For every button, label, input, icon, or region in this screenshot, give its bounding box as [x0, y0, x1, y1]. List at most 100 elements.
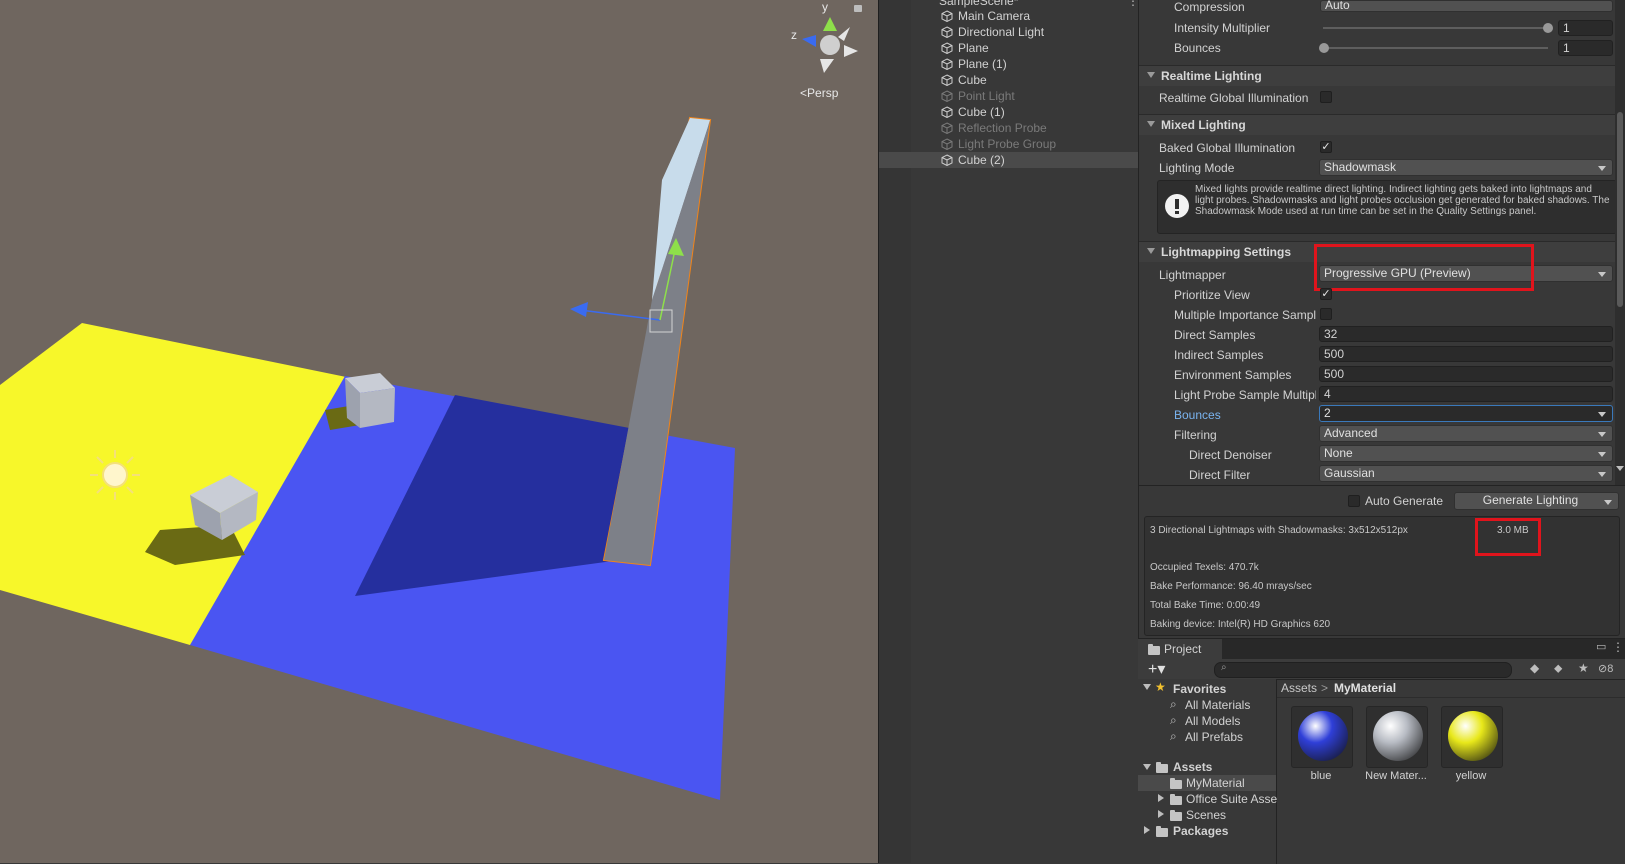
expand-icon[interactable]	[1158, 810, 1164, 818]
lp-multiplier-field[interactable]: 4	[1319, 386, 1613, 402]
tree-favorites[interactable]: ★ Favorites	[1138, 680, 1276, 697]
gameobject-icon	[941, 138, 953, 150]
auto-generate-checkbox[interactable]	[1348, 495, 1360, 507]
prioritize-label: Prioritize View	[1174, 288, 1250, 302]
mis-checkbox[interactable]	[1320, 308, 1332, 320]
hierarchy-item[interactable]: Directional Light	[879, 24, 1139, 40]
hierarchy-item[interactable]: Plane (1)	[879, 56, 1139, 72]
direct-denoiser-label: Direct Denoiser	[1189, 448, 1272, 462]
search-input[interactable]: ⌕	[1214, 662, 1512, 678]
mymaterial-label: MyMaterial	[1186, 776, 1245, 790]
hierarchy-item-label: Cube (2)	[958, 153, 1005, 167]
tree-all-materials[interactable]: ⌕ All Materials	[1138, 697, 1276, 713]
persp-label: Persp	[807, 86, 839, 100]
indirect-samples-field[interactable]: 500	[1319, 346, 1613, 362]
realtime-gi-checkbox[interactable]	[1320, 91, 1332, 103]
bounces-value: 2	[1324, 406, 1331, 420]
generate-lighting-button[interactable]: Generate Lighting	[1454, 492, 1619, 510]
material-asset-tile[interactable]	[1441, 706, 1503, 768]
hierarchy-item[interactable]: Cube	[879, 72, 1139, 88]
lock-icon[interactable]: ▭	[1596, 640, 1606, 653]
menu-icon[interactable]: ⋮	[1612, 640, 1624, 654]
env-samples-field[interactable]: 500	[1319, 366, 1613, 382]
hierarchy-item[interactable]: Reflection Probe	[879, 120, 1139, 136]
hierarchy-item[interactable]: Main Camera	[879, 8, 1139, 24]
tree-packages[interactable]: Packages	[1138, 823, 1276, 839]
mixed-lighting-title: Mixed Lighting	[1161, 118, 1246, 132]
tree-all-models[interactable]: ⌕ All Models	[1138, 713, 1276, 729]
tree-office-suite[interactable]: Office Suite Asse	[1138, 791, 1277, 807]
expand-icon[interactable]	[1144, 826, 1150, 834]
hidden-packages-toggle[interactable]: ⊘8	[1598, 662, 1613, 675]
lighting-mode-dropdown[interactable]: Shadowmask	[1319, 159, 1613, 176]
tree-mymaterial[interactable]: MyMaterial	[1138, 775, 1276, 791]
prioritize-checkbox[interactable]: ✓	[1320, 288, 1332, 300]
direct-denoiser-dropdown[interactable]: None	[1319, 445, 1613, 462]
inspector-scroll-thumb[interactable]	[1617, 112, 1623, 307]
baked-gi-checkbox[interactable]: ✓	[1320, 141, 1332, 153]
hierarchy-item[interactable]: Point Light	[879, 88, 1139, 104]
gameobject-icon	[941, 42, 953, 54]
tab-project[interactable]: Project	[1138, 639, 1222, 659]
breadcrumb: Assets > MyMaterial	[1277, 679, 1625, 698]
chevron-down-icon[interactable]	[1604, 500, 1612, 505]
hierarchy-panel[interactable]: SampleScene* ⋮ Main Camera Directional Li…	[878, 0, 1139, 863]
intensity-slider-knob[interactable]	[1543, 23, 1553, 33]
breadcrumb-assets[interactable]: Assets	[1281, 681, 1317, 695]
scene-row[interactable]: SampleScene* ⋮	[919, 0, 1139, 8]
inspector-scrollbar[interactable]	[1615, 0, 1625, 485]
search-icon: ⌕	[1221, 662, 1227, 673]
star-icon[interactable]: ★	[1578, 661, 1589, 675]
project-tree[interactable]: ★ Favorites ⌕ All Materials ⌕ All Models…	[1138, 679, 1277, 864]
filter-type-icon[interactable]: ◆	[1530, 661, 1539, 675]
expand-icon[interactable]	[1143, 764, 1151, 770]
lp-multiplier-label: Light Probe Sample Multiplier	[1174, 388, 1316, 402]
label-icon[interactable]: ⬥	[1554, 661, 1562, 676]
expand-icon[interactable]	[1143, 684, 1151, 690]
direct-filter-dropdown[interactable]: Gaussian	[1319, 465, 1613, 482]
top-bounces-slider-track[interactable]	[1323, 47, 1548, 49]
scene-view[interactable]: y z <Persp	[0, 0, 878, 863]
top-bounces-field[interactable]: 1	[1558, 40, 1613, 56]
chevron-down-icon	[1598, 472, 1606, 477]
realtime-lighting-header[interactable]: Realtime Lighting	[1139, 65, 1619, 86]
direct-samples-label: Direct Samples	[1174, 328, 1256, 342]
intensity-slider-track[interactable]	[1323, 27, 1548, 29]
direct-samples-field[interactable]: 32	[1319, 326, 1613, 342]
persp-toggle[interactable]: <Persp	[800, 86, 838, 100]
filtering-dropdown[interactable]: Advanced	[1319, 425, 1613, 442]
tree-scenes[interactable]: Scenes	[1138, 807, 1276, 823]
breadcrumb-separator: >	[1321, 681, 1329, 695]
compression-dropdown[interactable]: Auto	[1320, 0, 1613, 12]
asset-grid[interactable]: blue New Mater... yellow	[1277, 698, 1625, 864]
breadcrumb-current[interactable]: MyMaterial	[1334, 681, 1396, 695]
project-panel[interactable]: Project ▭ ⋮ +▾ ⌕ ◆ ⬥ ★ ⊘8 ★ Favorites ⌕ …	[1138, 638, 1625, 864]
hierarchy-item[interactable]: Cube (2)	[879, 152, 1139, 168]
tree-all-prefabs[interactable]: ⌕ All Prefabs	[1138, 729, 1276, 745]
gizmo-x-arrow	[570, 302, 588, 317]
all-models-label: All Models	[1185, 714, 1241, 728]
all-prefabs-label: All Prefabs	[1185, 730, 1244, 744]
hierarchy-item-label: Main Camera	[958, 9, 1031, 23]
lighting-inspector[interactable]: Compression Auto Intensity Multiplier 1 …	[1138, 0, 1625, 638]
hidden-count: 8	[1607, 663, 1614, 675]
highlight-lightmapper	[1314, 244, 1534, 291]
expand-icon[interactable]	[1158, 794, 1164, 802]
intensity-field[interactable]: 1	[1558, 20, 1613, 36]
material-asset-tile[interactable]	[1291, 706, 1353, 768]
bounces-label: Bounces	[1174, 408, 1221, 422]
hierarchy-item[interactable]: Cube (1)	[879, 104, 1139, 120]
lightmaps-summary: 3 Directional Lightmaps with Shadowmasks…	[1150, 525, 1408, 536]
scene-canvas[interactable]	[0, 0, 878, 863]
hierarchy-item[interactable]: Light Probe Group	[879, 136, 1139, 152]
tree-assets[interactable]: Assets	[1138, 759, 1276, 775]
lock-icon[interactable]	[854, 5, 862, 12]
scroll-down-icon[interactable]	[1616, 466, 1624, 471]
add-icon[interactable]: +▾	[1148, 659, 1165, 679]
material-asset-tile[interactable]	[1366, 706, 1428, 768]
top-bounces-slider-knob[interactable]	[1319, 43, 1329, 53]
bounces-dropdown[interactable]: 2	[1319, 405, 1613, 422]
hierarchy-item[interactable]: Plane	[879, 40, 1139, 56]
mixed-lighting-header[interactable]: Mixed Lighting	[1139, 114, 1619, 135]
eye-icon: ⊘	[1598, 663, 1608, 675]
